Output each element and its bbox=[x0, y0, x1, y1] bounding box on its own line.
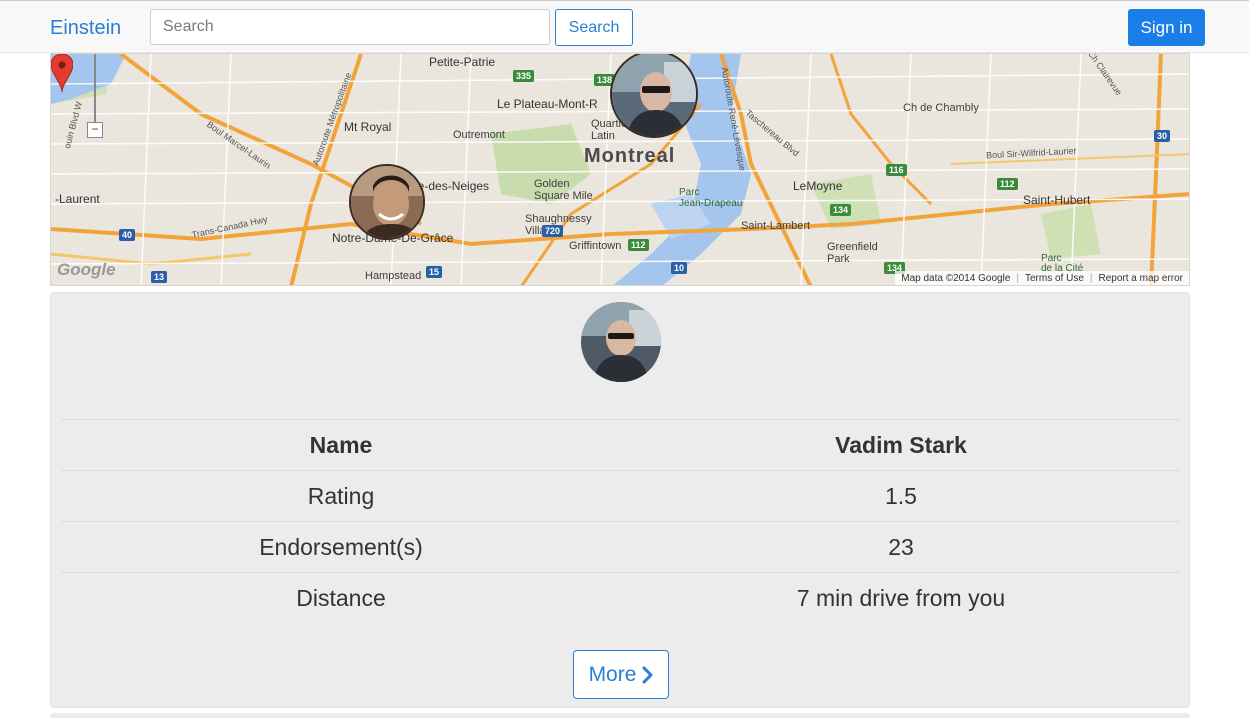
row-label: Rating bbox=[61, 470, 621, 522]
more-button[interactable]: More bbox=[573, 650, 669, 699]
person-photo-icon bbox=[351, 166, 423, 238]
map-footer: Map data ©2014 Google | Terms of Use | R… bbox=[895, 271, 1189, 285]
map-label-montreal: Montreal bbox=[584, 145, 676, 167]
row-label: Distance bbox=[61, 572, 621, 624]
next-card-edge bbox=[50, 713, 1190, 718]
route-shield-112b: 112 bbox=[628, 239, 649, 251]
map-label-hampstead: Hampstead bbox=[365, 270, 422, 282]
route-shield-335: 335 bbox=[513, 70, 535, 82]
map-label-lemoyne: LeMoyne bbox=[793, 179, 843, 193]
route-shield-13: 13 bbox=[151, 271, 168, 283]
more-button-label: More bbox=[588, 662, 637, 686]
map-data-text: Map data ©2014 Google bbox=[901, 272, 1011, 284]
route-shield-40: 40 bbox=[119, 229, 136, 241]
map-label-griffintown: Griffintown bbox=[569, 240, 622, 252]
route-shield-112a: 112 bbox=[997, 178, 1018, 190]
brand-link[interactable]: Einstein bbox=[50, 16, 121, 40]
map-marker-icon[interactable] bbox=[51, 54, 73, 94]
map-label-petite-patrie: Petite-Patrie bbox=[429, 55, 496, 69]
route-shield-10: 10 bbox=[671, 262, 688, 274]
search-button[interactable]: Search bbox=[555, 9, 633, 46]
map-label-golden-square-mile: Golden Square Mile bbox=[534, 178, 593, 202]
chevron-right-icon bbox=[642, 666, 653, 683]
map-label-plateau: Le Plateau-Mont-R bbox=[497, 97, 598, 111]
row-label: Name bbox=[61, 419, 621, 471]
row-value: 7 min drive from you bbox=[621, 572, 1181, 624]
map-label-outremont: Outremont bbox=[453, 129, 505, 141]
row-value: 1.5 bbox=[621, 470, 1181, 522]
map-label-mt-royal: Mt Royal bbox=[344, 120, 392, 134]
table-row: Distance 7 min drive from you bbox=[61, 572, 1181, 624]
route-shield-30: 30 bbox=[1154, 130, 1171, 142]
map-label-st-laurent: -Laurent bbox=[55, 192, 100, 206]
person-photo-icon bbox=[612, 54, 696, 136]
map-label-greenfield-park: Greenfield Park bbox=[827, 241, 878, 265]
report-map-error-link[interactable]: Report a map error bbox=[1099, 273, 1183, 284]
route-shield-720: 720 bbox=[542, 225, 564, 237]
terms-of-use-link[interactable]: Terms of Use bbox=[1025, 273, 1084, 284]
driver-avatar-map-2[interactable] bbox=[349, 164, 425, 240]
driver-info-table: Name Vadim Stark Rating 1.5 Endorsement(… bbox=[61, 419, 1181, 624]
row-value: 23 bbox=[621, 521, 1181, 573]
map-label-chambly: Ch de Chambly bbox=[903, 102, 979, 114]
sign-in-button[interactable]: Sign in bbox=[1128, 9, 1205, 46]
row-label: Endorsement(s) bbox=[61, 521, 621, 573]
map-label-parc-jean-drapeau: Parc Jean-Drapeau bbox=[679, 187, 743, 209]
table-row: Name Vadim Stark bbox=[61, 419, 1181, 471]
map-label-saint-lambert: Saint-Lambert bbox=[741, 220, 811, 232]
map[interactable]: − Petite-Patrie Le Plateau-Mont-R Quarti… bbox=[50, 53, 1190, 286]
driver-avatar bbox=[581, 302, 661, 382]
map-label-saint-hubert: Saint-Hubert bbox=[1023, 193, 1091, 207]
zoom-slider-track[interactable] bbox=[94, 54, 96, 122]
route-shield-15: 15 bbox=[426, 266, 443, 278]
navbar: Einstein Search Sign in bbox=[0, 0, 1249, 53]
person-photo-icon bbox=[581, 302, 661, 382]
route-shield-116: 116 bbox=[886, 164, 907, 176]
table-row: Endorsement(s) 23 bbox=[61, 521, 1181, 573]
row-value: Vadim Stark bbox=[621, 419, 1181, 471]
search-input[interactable] bbox=[150, 9, 550, 45]
driver-card: Name Vadim Stark Rating 1.5 Endorsement(… bbox=[50, 292, 1190, 708]
google-logo: Google bbox=[57, 260, 116, 279]
zoom-out-button[interactable]: − bbox=[87, 122, 103, 138]
table-row: Rating 1.5 bbox=[61, 470, 1181, 522]
route-shield-134a: 134 bbox=[830, 204, 852, 216]
driver-avatar-map-1[interactable] bbox=[610, 54, 698, 138]
